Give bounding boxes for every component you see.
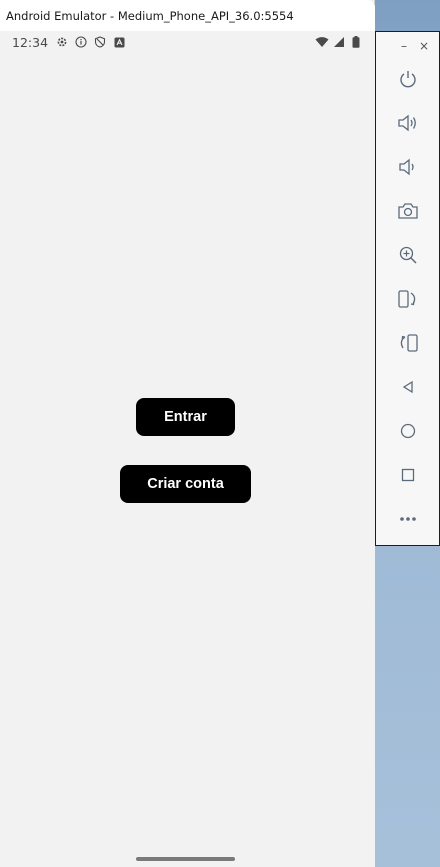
close-button[interactable]: ×	[419, 40, 429, 52]
signal-icon	[332, 35, 346, 49]
zoom-icon	[398, 245, 418, 265]
back-button[interactable]	[376, 371, 439, 403]
minimize-button[interactable]: –	[401, 40, 407, 52]
home-icon	[399, 422, 417, 440]
volume-up-icon	[397, 113, 419, 133]
volume-down-icon	[398, 157, 418, 177]
login-button[interactable]: Entrar	[136, 398, 235, 436]
power-icon	[398, 69, 418, 89]
toolbar-window-controls: – ×	[376, 32, 439, 60]
overview-icon	[400, 467, 416, 483]
shield-icon	[93, 35, 107, 49]
rotate-right-button[interactable]	[376, 327, 439, 359]
rotate-left-button[interactable]	[376, 283, 439, 315]
status-bar: 12:34	[0, 31, 375, 53]
rotate-left-icon	[397, 289, 419, 309]
window-titlebar[interactable]: Android Emulator - Medium_Phone_API_36.0…	[0, 0, 375, 31]
volume-up-button[interactable]	[376, 107, 439, 139]
rotate-right-icon	[397, 333, 419, 353]
gesture-nav-handle[interactable]	[136, 857, 235, 861]
app-a-icon	[112, 35, 126, 49]
phone-screen: 12:34 Entrar Criar conta	[0, 31, 375, 867]
info-icon	[74, 35, 88, 49]
status-time: 12:34	[12, 34, 49, 50]
settings-icon	[55, 35, 69, 49]
more-button[interactable]	[376, 503, 439, 535]
window-title: Android Emulator - Medium_Phone_API_36.0…	[6, 8, 294, 23]
emulator-toolbar: – ×	[375, 31, 440, 546]
battery-icon	[349, 35, 363, 49]
back-icon	[400, 379, 416, 395]
more-icon	[399, 516, 417, 522]
zoom-button[interactable]	[376, 239, 439, 271]
overview-button[interactable]	[376, 459, 439, 491]
camera-icon	[397, 201, 419, 221]
home-button[interactable]	[376, 415, 439, 447]
volume-down-button[interactable]	[376, 151, 439, 183]
wifi-icon	[315, 35, 329, 49]
create-account-button[interactable]: Criar conta	[120, 465, 251, 503]
emulator-window: Android Emulator - Medium_Phone_API_36.0…	[0, 0, 375, 867]
power-button[interactable]	[376, 63, 439, 95]
screenshot-button[interactable]	[376, 195, 439, 227]
